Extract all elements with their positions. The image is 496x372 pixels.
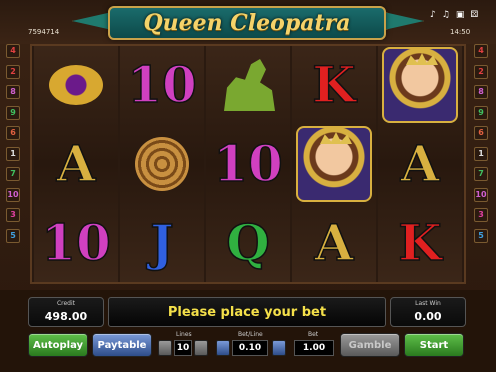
clock: 14:50	[450, 28, 471, 36]
bet-line-decrease-button[interactable]	[216, 340, 230, 356]
gamble-button[interactable]: Gamble	[340, 333, 400, 357]
paylines-left: 4 2 8 9 6 1 7 10 3 5	[6, 44, 22, 249]
top-icons: ♪ ♫ ▣ ⚄	[430, 10, 478, 20]
cleopatra-icon	[382, 47, 458, 123]
sphinx-icon	[224, 59, 275, 111]
reel-symbol	[120, 125, 204, 203]
reel-5: AK	[378, 46, 462, 282]
snake-icon	[135, 137, 189, 191]
reel-symbol	[378, 46, 462, 124]
payline-number: 3	[474, 208, 488, 222]
music-note-icon[interactable]: ♫	[442, 10, 450, 20]
reel-symbol	[292, 125, 376, 203]
reel-symbol: Q	[206, 204, 290, 282]
payline-number: 1	[474, 146, 488, 161]
dice-icon[interactable]: ⚄	[470, 10, 478, 20]
lines-decrease-button[interactable]	[158, 340, 172, 356]
reel-symbol: A	[34, 125, 118, 203]
payline-number: 6	[6, 126, 20, 140]
music-note-icon[interactable]: ♪	[430, 10, 436, 20]
reel-symbol: K	[378, 204, 462, 282]
status-message: Please place your bet	[108, 297, 386, 327]
ring-icon	[49, 65, 103, 105]
payline-number: 2	[6, 64, 20, 79]
bet-value: 1.00	[294, 340, 334, 356]
paytable-button[interactable]: Paytable	[92, 333, 152, 357]
reel-symbol: 10	[34, 204, 118, 282]
cleopatra-icon	[296, 126, 372, 202]
autoplay-button[interactable]: Autoplay	[28, 333, 88, 357]
payline-number: 8	[6, 85, 20, 99]
reel-symbol: J	[120, 204, 204, 282]
reel-3: 10 Q	[206, 46, 290, 282]
lines-increase-button[interactable]	[194, 340, 208, 356]
payline-number: 5	[474, 228, 488, 243]
payline-number: 3	[6, 208, 20, 222]
payline-number: 9	[6, 105, 20, 120]
payline-number: 5	[6, 228, 20, 243]
reel-symbol: A	[292, 204, 376, 282]
payline-number: 2	[474, 64, 488, 79]
credit-value: 498.00	[44, 310, 88, 323]
payline-number: 7	[6, 167, 20, 181]
last-win-panel: Last Win 0.00	[390, 297, 466, 327]
game-title: Queen Cleopatra	[143, 10, 351, 36]
reel-4: KA	[292, 46, 376, 282]
reel-1: A 10	[34, 46, 118, 282]
payline-number: 8	[474, 85, 488, 99]
payline-number: 9	[474, 105, 488, 120]
lines-label: Lines	[176, 331, 192, 338]
last-win-label: Last Win	[415, 300, 441, 307]
reel-symbol	[206, 46, 290, 124]
player-id: 7594714	[28, 28, 60, 36]
symbol-a: A	[314, 213, 354, 272]
credit-panel: Credit 498.00	[28, 297, 104, 327]
payline-number: 7	[474, 167, 488, 181]
reel-2: 10 J	[120, 46, 204, 282]
payline-number: 10	[474, 187, 488, 202]
lines-value: 10	[174, 340, 192, 356]
symbol-a: A	[400, 134, 440, 193]
last-win-value: 0.00	[414, 310, 442, 323]
symbol-q: Q	[225, 213, 270, 272]
payline-number: 1	[6, 146, 20, 161]
reel-symbol: A	[378, 125, 462, 203]
reels-area: A 10 10 J 10 Q K A A K	[30, 44, 466, 284]
reel-symbol: K	[292, 46, 376, 124]
title-plate: Queen Cleopatra	[108, 6, 386, 40]
symbol-10: 10	[40, 213, 111, 272]
paylines-right: 4 2 8 9 6 1 7 10 3 5	[474, 44, 490, 249]
credit-label: Credit	[56, 300, 76, 307]
symbol-a: A	[56, 134, 96, 193]
bet-label: Bet	[308, 331, 319, 338]
bet-line-increase-button[interactable]	[272, 340, 286, 356]
symbol-k: K	[312, 55, 357, 114]
payline-number: 4	[474, 44, 488, 58]
reel-symbol: 10	[206, 125, 290, 203]
payline-number: 4	[6, 44, 20, 58]
symbol-k: K	[398, 213, 443, 272]
payline-number: 10	[6, 187, 20, 202]
reel-symbol: 10	[120, 46, 204, 124]
bet-line-label: Bet/Line	[238, 331, 263, 338]
symbol-10: 10	[212, 134, 283, 193]
money-icon[interactable]: ▣	[456, 10, 465, 20]
bet-line-value: 0.10	[232, 340, 268, 356]
symbol-10: 10	[126, 55, 197, 114]
reel-symbol	[34, 46, 118, 124]
start-button[interactable]: Start	[404, 333, 464, 357]
payline-number: 6	[474, 126, 488, 140]
symbol-j: J	[149, 213, 174, 272]
